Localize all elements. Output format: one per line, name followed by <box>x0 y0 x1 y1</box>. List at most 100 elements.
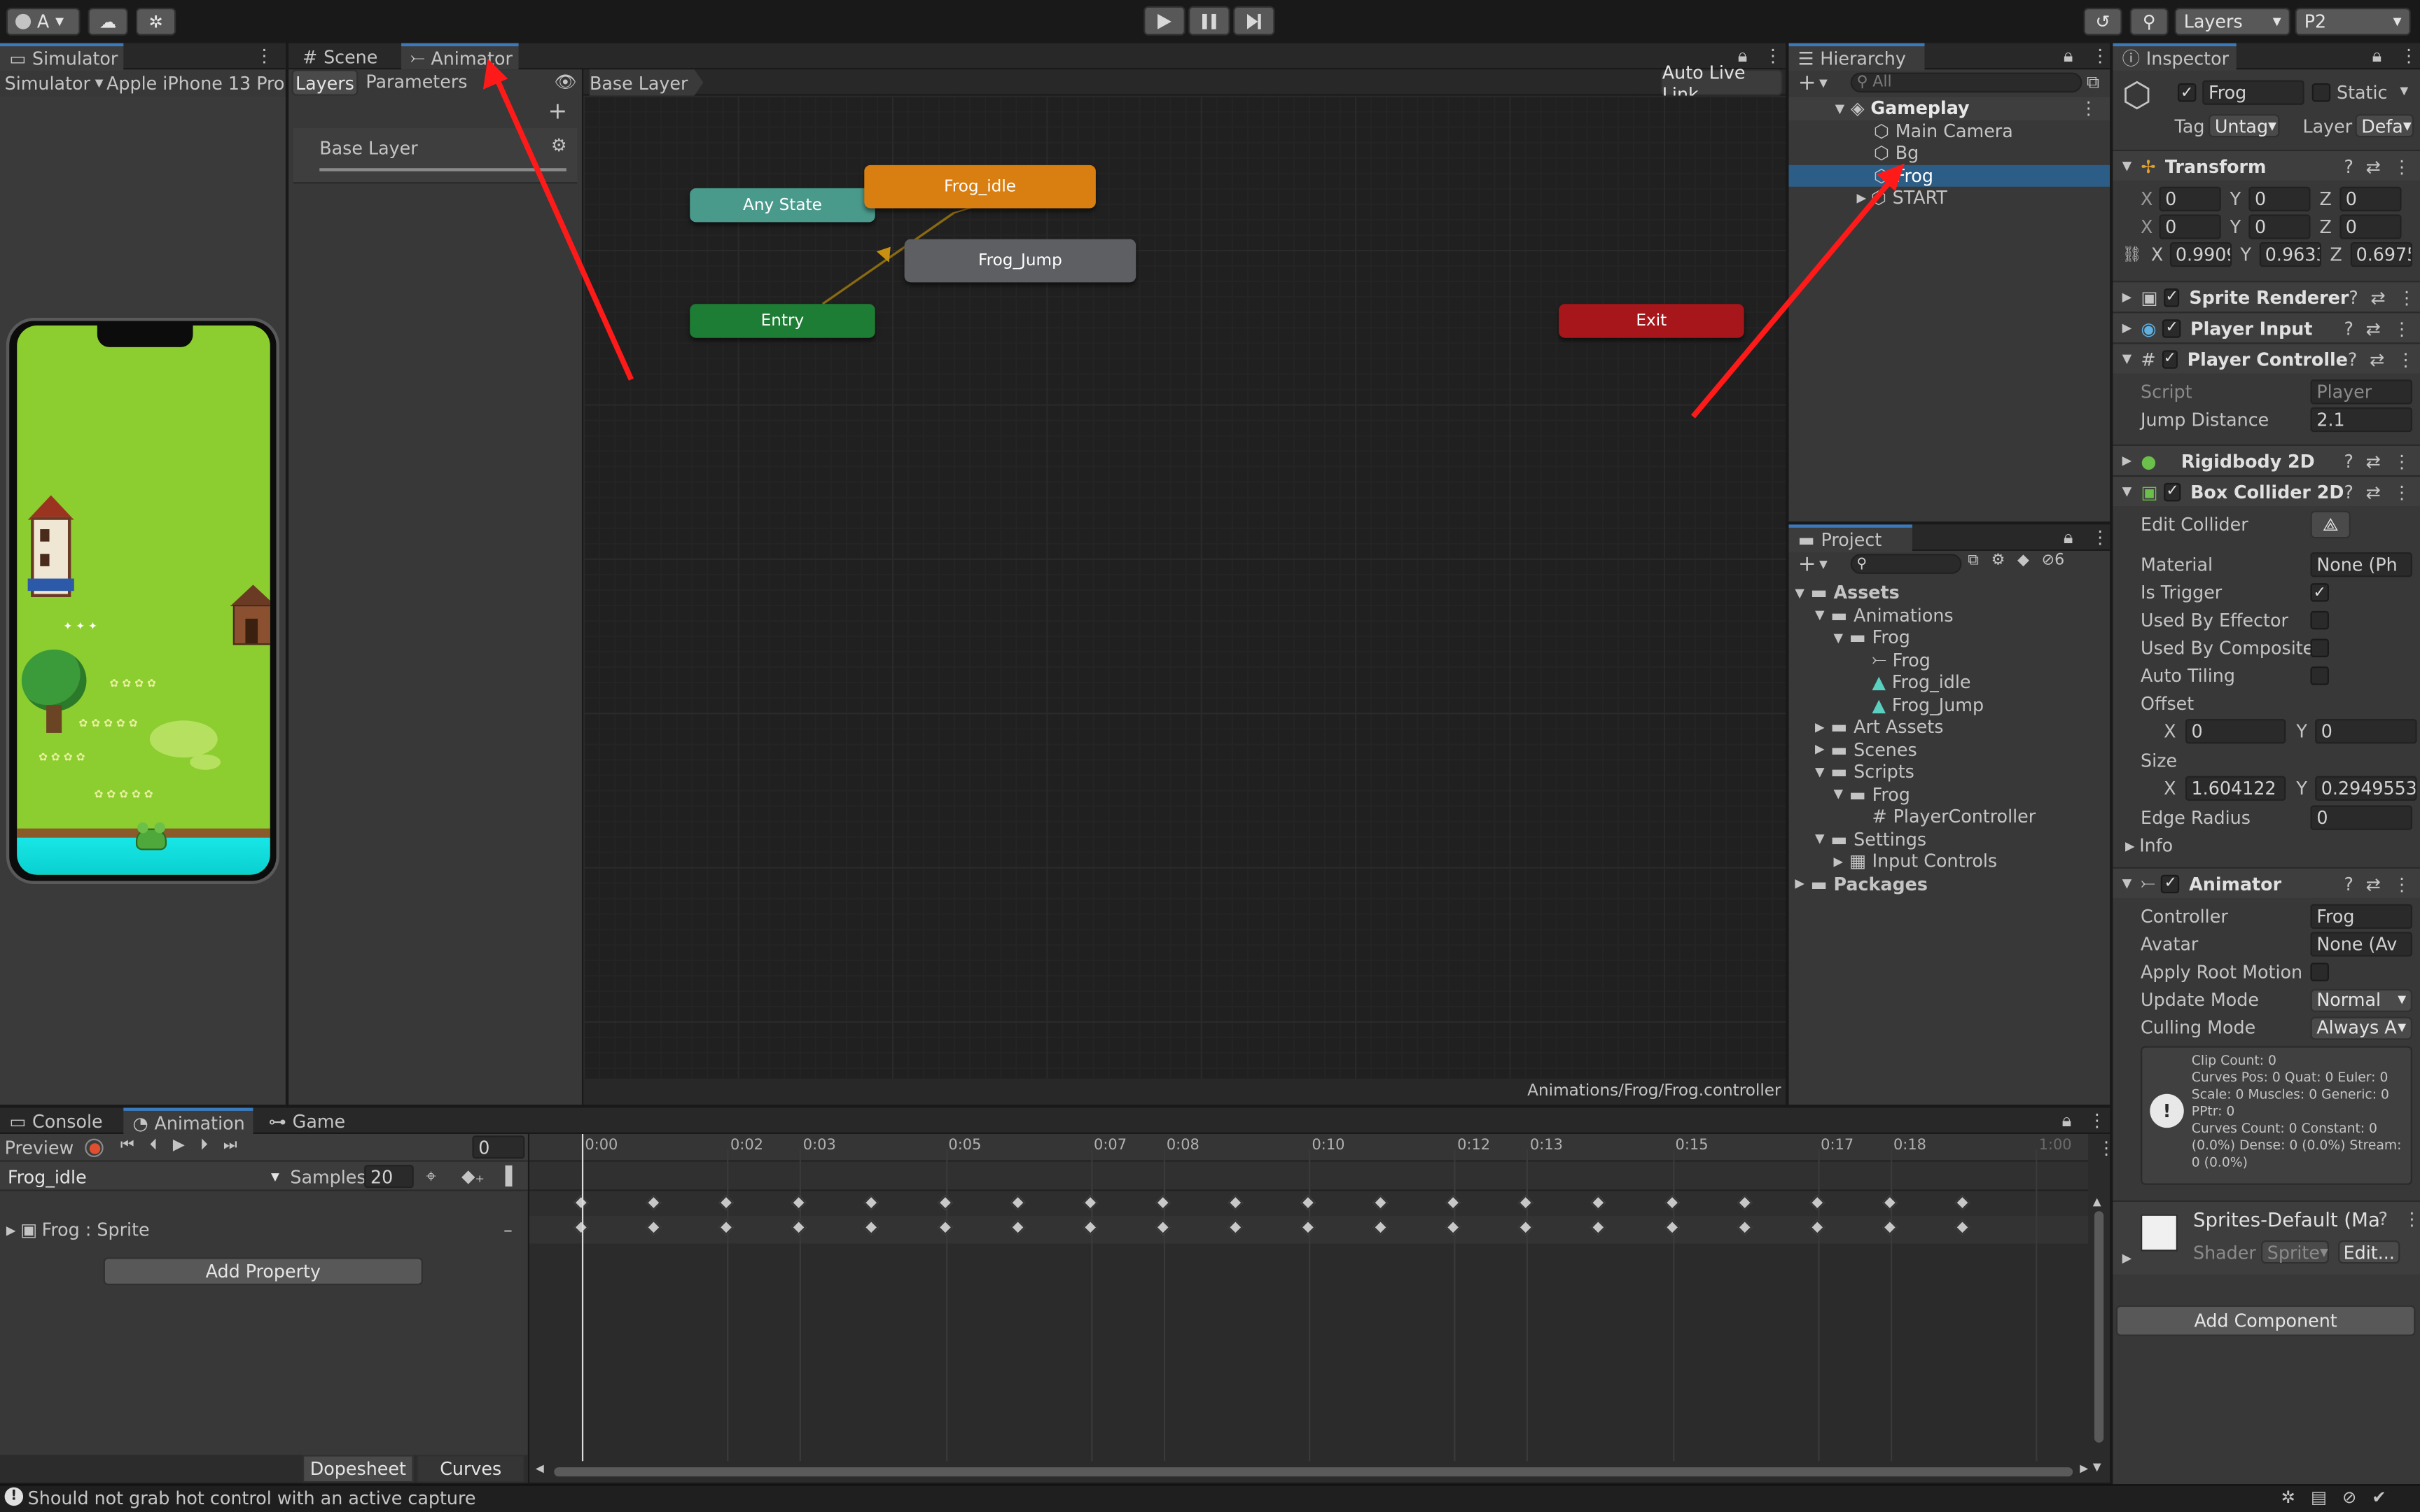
keyframe[interactable] <box>1155 1195 1171 1210</box>
keyframe[interactable] <box>1155 1219 1171 1236</box>
keyframe[interactable] <box>791 1219 807 1236</box>
preset-icon[interactable]: ⇄ <box>2366 317 2381 339</box>
keyframe[interactable] <box>1736 1195 1752 1210</box>
tag-icon[interactable]: ◆ <box>2017 552 2029 569</box>
node-exit[interactable]: Exit <box>1559 304 1744 338</box>
expand-arrow-icon[interactable]: ▼ <box>1795 586 1804 600</box>
status-message[interactable]: Should not grab hot control with an acti… <box>28 1488 476 1509</box>
expand-arrow-icon[interactable]: ▶ <box>1795 876 1804 890</box>
edge-radius-field[interactable]: 0 <box>2310 805 2412 830</box>
vertical-scrollbar[interactable]: ▲ ▼ <box>2093 1196 2106 1474</box>
keyframe[interactable] <box>1082 1219 1098 1236</box>
keyframe[interactable] <box>1591 1219 1607 1236</box>
add-keyframe-icon[interactable]: ⌖ <box>426 1165 436 1188</box>
tab-scene[interactable]: # Scene <box>293 43 387 69</box>
expand-arrow-icon[interactable]: ▼ <box>1815 608 1825 622</box>
node-frog-idle[interactable]: Frog_idle <box>864 164 1096 209</box>
help-icon[interactable]: ? <box>2344 481 2353 503</box>
preset-icon[interactable]: ⇄ <box>2366 449 2381 471</box>
more-icon[interactable]: ⋮ <box>2080 97 2097 119</box>
lock-icon[interactable]: 🔒︎ <box>2062 1110 2072 1133</box>
progress-icon[interactable]: ⊘ <box>2342 1488 2356 1508</box>
culling-mode-dropdown[interactable]: Always A ▼ <box>2310 1016 2412 1040</box>
keyframe[interactable] <box>1809 1219 1825 1236</box>
breadcrumb[interactable]: Base Layer <box>589 69 704 96</box>
play-button[interactable] <box>1143 6 1185 36</box>
player-input-header[interactable]: ▶ ◉ ✓ Player Input ? ⇄ ⋮ <box>2113 312 2420 343</box>
keyframe[interactable] <box>1445 1219 1461 1236</box>
list-item[interactable]: # PlayerController <box>1789 806 2110 828</box>
keyframe[interactable] <box>1372 1219 1389 1236</box>
rotation-y-field[interactable]: 0 <box>2248 214 2311 239</box>
preset-icon[interactable]: ⇄ <box>2366 481 2381 503</box>
more-icon[interactable]: ⋮ <box>2393 872 2410 894</box>
tab-animator[interactable]: ⤚ Animator <box>401 43 519 70</box>
playhead[interactable] <box>581 1133 584 1462</box>
keyframe[interactable] <box>1882 1219 1898 1236</box>
rigidbody-header[interactable]: ▶ ● Rigidbody 2D ? ⇄ ⋮ <box>2113 444 2420 475</box>
expand-arrow-icon[interactable]: ▶ <box>1833 855 1843 869</box>
expand-arrow-icon[interactable]: ▼ <box>1815 832 1825 846</box>
foldout-arrow-icon[interactable]: ▶ <box>2122 1252 2132 1266</box>
add-layer-icon[interactable]: + <box>548 97 567 125</box>
keyframe[interactable] <box>1372 1195 1389 1210</box>
rotation-z-field[interactable]: 0 <box>2339 214 2402 239</box>
box-collider-header[interactable]: ▼ ▣ ✓ Box Collider 2D ? ⇄ ⋮ <box>2113 475 2420 506</box>
help-icon[interactable]: ? <box>2344 155 2353 177</box>
project-create-dropdown[interactable]: + ▼ <box>1798 552 1828 576</box>
keyframe[interactable] <box>1591 1195 1607 1210</box>
list-item[interactable]: ▼ ▬ Frog <box>1789 626 2110 649</box>
hidden-packages-icon[interactable]: ⊘6 <box>2042 552 2065 569</box>
layers-tab-button[interactable]: Layers <box>291 69 359 96</box>
shader-edit-button[interactable]: Edit... <box>2338 1240 2400 1264</box>
static-checkbox[interactable] <box>2311 83 2331 102</box>
preview-button[interactable]: Preview <box>5 1137 74 1158</box>
keyframe[interactable] <box>718 1219 735 1236</box>
more-icon[interactable]: ⋮ <box>2397 348 2414 370</box>
list-item[interactable]: ▼ ▬ Settings <box>1789 827 2110 850</box>
add-property-button[interactable]: Add Property <box>103 1257 423 1285</box>
list-item[interactable]: ▲ Frog_Jump <box>1789 694 2110 716</box>
expand-arrow-icon[interactable]: ▶ <box>1857 191 1867 205</box>
list-item[interactable]: ▲ Frog_idle <box>1789 671 2110 694</box>
tab-simulator[interactable]: ▭ Simulator <box>0 43 124 71</box>
auto-generate-icon[interactable]: ✔ <box>2372 1488 2386 1508</box>
keyframe[interactable] <box>1954 1195 1970 1210</box>
search-button[interactable]: ⚲ <box>2129 8 2169 36</box>
clip-dropdown[interactable]: Frog_idle ▼ <box>3 1165 284 1189</box>
animator-graph[interactable]: Any State Frog_idle Frog_Jump Entry Exit <box>583 95 1786 1079</box>
eye-icon[interactable]: 👁︎ <box>554 71 576 92</box>
node-frog-jump[interactable]: Frog_Jump <box>904 239 1136 283</box>
info-foldout[interactable]: ▶ Info <box>2113 832 2420 860</box>
is-trigger-checkbox[interactable]: ✓ <box>2310 583 2329 602</box>
game-screen[interactable]: ✦ ✦ ✦ ✿ ✿ ✿ ✿ ✿ ✿ ✿ ✿ ✿ ✿ ✿ ✿ ✿ ✿ ✿ ✿ ✿ … <box>17 326 270 875</box>
used-by-effector-checkbox[interactable] <box>2310 610 2329 630</box>
keyframe[interactable] <box>1518 1219 1534 1236</box>
avatar-field[interactable]: None (Av <box>2310 932 2412 957</box>
keyframe[interactable] <box>1300 1219 1316 1236</box>
list-item[interactable]: ▶ ▦ Input Controls <box>1789 850 2110 872</box>
cloud-button[interactable]: ☁ <box>88 8 128 36</box>
keyframe[interactable] <box>1882 1195 1898 1210</box>
tab-project[interactable]: ▬ Project <box>1788 524 1912 553</box>
pause-button[interactable] <box>1188 6 1230 36</box>
preset-icon[interactable]: ⇄ <box>2370 286 2385 308</box>
controller-field[interactable]: Frog <box>2310 904 2412 929</box>
keyframe[interactable] <box>1664 1219 1679 1236</box>
list-item[interactable]: ▼ ▬ Assets <box>1789 582 2110 604</box>
preset-icon[interactable]: ⇄ <box>2370 348 2384 370</box>
keyframe[interactable] <box>573 1219 589 1236</box>
object-name-field[interactable]: Frog <box>2202 80 2304 105</box>
keyframe[interactable] <box>573 1195 589 1210</box>
more-icon[interactable]: ⋮ <box>2097 1137 2115 1158</box>
expand-arrow-icon[interactable]: ▼ <box>1835 102 1845 115</box>
more-icon[interactable]: ⋮ <box>2400 45 2417 66</box>
hierarchy-search[interactable]: ⚲ All <box>1850 72 2082 93</box>
link-icon[interactable]: ⛓ <box>2122 246 2142 263</box>
help-icon[interactable]: ? <box>2349 286 2358 308</box>
enabled-checkbox[interactable]: ✓ <box>2161 874 2180 893</box>
scene-visibility-icon[interactable]: ⧉ <box>2087 71 2099 94</box>
help-icon[interactable]: ? <box>2344 449 2353 471</box>
node-entry[interactable]: Entry <box>690 304 875 338</box>
remove-property-icon[interactable]: – <box>503 1219 513 1240</box>
